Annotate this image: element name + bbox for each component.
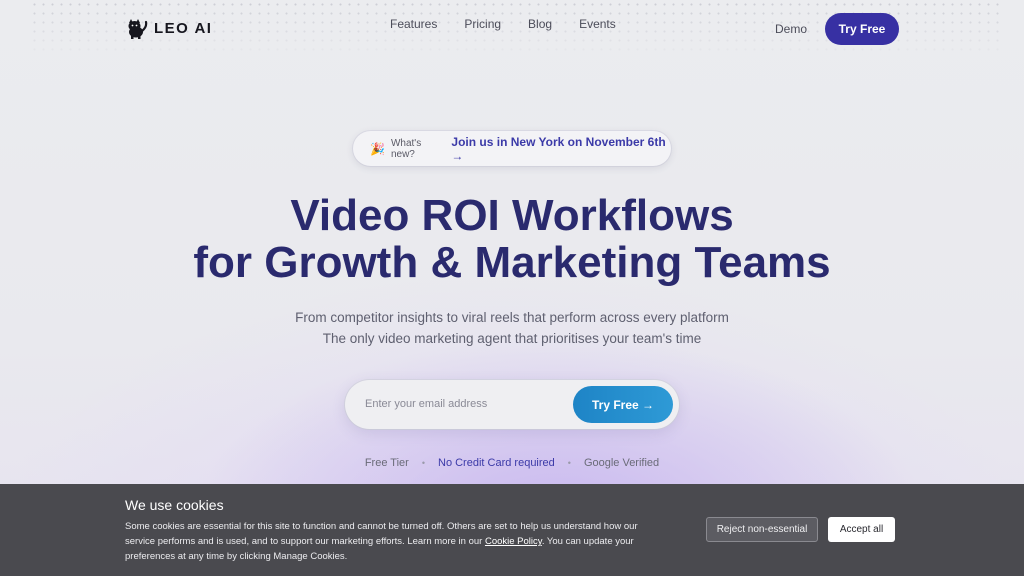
- announcement-pill[interactable]: 🎉 What's new? Join us in New York on Nov…: [353, 131, 671, 166]
- cookie-banner: We use cookies Some cookies are essentia…: [0, 484, 1024, 576]
- top-nav: LEO AI Features Pricing Blog Events Demo…: [0, 0, 1024, 60]
- hero-title-line-1: Video ROI Workflows: [290, 191, 734, 240]
- nav-link-events[interactable]: Events: [579, 17, 616, 31]
- brand-name: LEO AI: [154, 19, 213, 37]
- try-free-submit-button[interactable]: Try Free →: [573, 386, 673, 423]
- accept-all-button[interactable]: Accept all: [828, 517, 895, 542]
- cat-logo-icon: [128, 19, 148, 39]
- cookie-policy-link[interactable]: Cookie Policy: [485, 536, 542, 547]
- nav-link-pricing[interactable]: Pricing: [464, 17, 501, 31]
- cookie-title: We use cookies: [125, 497, 224, 513]
- feature-free-tier: Free Tier: [364, 457, 409, 469]
- cookie-description: Some cookies are essential for this site…: [125, 519, 645, 564]
- announcement-label: What's new?: [390, 137, 422, 160]
- hero-title: Video ROI Workflows for Growth & Marketi…: [0, 192, 1024, 286]
- feature-badges: Free Tier • No Credit Card required • Go…: [0, 457, 1024, 469]
- try-free-nav-button[interactable]: Try Free: [825, 13, 899, 45]
- announcement-link[interactable]: Join us in New York on November 6th →: [451, 135, 671, 163]
- nav-link-demo[interactable]: Demo: [775, 22, 807, 36]
- hero-title-line-2: for Growth & Marketing Teams: [193, 238, 831, 287]
- hero-subtitle: From competitor insights to viral reels …: [0, 307, 1024, 349]
- reject-non-essential-button[interactable]: Reject non-essential: [706, 517, 818, 542]
- hero-subtitle-line-2: The only video marketing agent that prio…: [322, 331, 702, 346]
- separator-dot: •: [567, 458, 571, 468]
- nav-link-features[interactable]: Features: [390, 17, 437, 31]
- party-popper-icon: 🎉: [370, 141, 385, 156]
- email-input[interactable]: [365, 394, 565, 414]
- feature-google-verified: Google Verified: [583, 457, 660, 469]
- signup-form: Try Free →: [345, 380, 679, 429]
- separator-dot: •: [421, 458, 425, 468]
- brand-logo[interactable]: LEO AI: [126, 17, 212, 39]
- nav-link-blog[interactable]: Blog: [528, 17, 552, 31]
- feature-no-credit-card: No Credit Card required: [438, 457, 555, 469]
- nav-links: Features Pricing Blog Events: [390, 17, 643, 31]
- hero-subtitle-line-1: From competitor insights to viral reels …: [295, 310, 729, 325]
